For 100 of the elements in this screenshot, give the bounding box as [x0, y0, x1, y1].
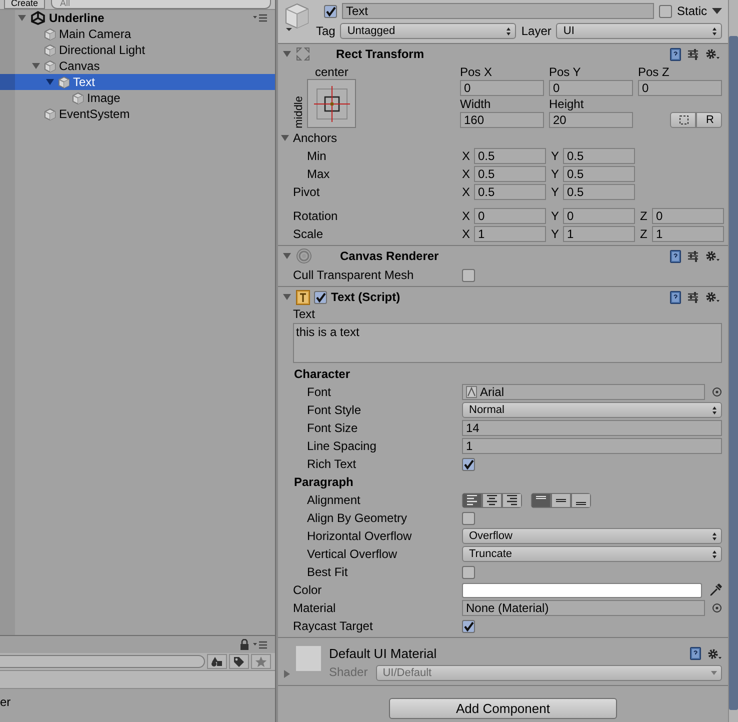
- color-swatch[interactable]: [462, 582, 702, 598]
- filter-by-type-button[interactable]: [207, 654, 227, 669]
- project-item-label[interactable]: er: [0, 695, 11, 709]
- dropdown[interactable]: Truncate: [462, 546, 722, 562]
- object-field[interactable]: None (Material): [462, 600, 705, 616]
- hierarchy-item[interactable]: Image: [0, 90, 275, 106]
- input-field[interactable]: 1: [652, 226, 724, 242]
- eyedropper-icon[interactable]: [709, 583, 722, 597]
- settings-icon[interactable]: [707, 648, 722, 660]
- field-label: Pos Z: [638, 64, 670, 80]
- alignment-button[interactable]: [551, 492, 571, 508]
- search-field[interactable]: [0, 655, 205, 668]
- lock-icon[interactable]: [240, 639, 249, 650]
- input-field[interactable]: 0.5: [563, 148, 635, 164]
- settings-icon[interactable]: [705, 250, 720, 262]
- cube-icon: [72, 92, 84, 104]
- static-label: Static: [676, 4, 707, 18]
- foldout-arrow-icon[interactable]: [282, 49, 292, 59]
- tag-label: Tag: [316, 24, 336, 38]
- hierarchy-item[interactable]: EventSystem: [0, 106, 275, 122]
- hierarchy-item[interactable]: Main Camera: [0, 26, 275, 42]
- alignment-button[interactable]: [502, 492, 522, 508]
- checkbox[interactable]: [462, 512, 475, 524]
- dropdown[interactable]: UI: [556, 23, 722, 39]
- help-book-icon[interactable]: [670, 48, 681, 60]
- align-center-icon: [486, 494, 498, 506]
- checkbox[interactable]: [462, 566, 475, 578]
- dropdown[interactable]: Overflow: [462, 528, 722, 544]
- hierarchy-item[interactable]: Directional Light: [0, 42, 275, 58]
- object-picker-icon[interactable]: [712, 387, 722, 397]
- checkbox[interactable]: [314, 290, 327, 304]
- foldout-arrow-icon[interactable]: [282, 251, 292, 261]
- alignment-button[interactable]: [482, 492, 502, 508]
- checkbox[interactable]: [658, 4, 672, 18]
- input-field[interactable]: 0.5: [563, 166, 635, 182]
- input-field[interactable]: 0: [474, 208, 546, 224]
- menu-icon[interactable]: [253, 640, 267, 650]
- input-field[interactable]: 0: [460, 80, 544, 96]
- checkbox[interactable]: [462, 268, 475, 282]
- sliders-icon[interactable]: [687, 291, 699, 303]
- checkbox[interactable]: [462, 620, 475, 632]
- alignment-button[interactable]: [531, 492, 551, 508]
- input-field[interactable]: 1: [474, 226, 546, 242]
- input-field[interactable]: 0.5: [474, 184, 546, 200]
- dropdown[interactable]: Untagged: [340, 23, 516, 39]
- anchor-horizontal-label: center: [315, 64, 348, 79]
- axis-label: Y: [551, 166, 560, 182]
- settings-icon[interactable]: [705, 48, 720, 60]
- input-field[interactable]: 0: [549, 80, 633, 96]
- dropdown-arrow-icon[interactable]: [712, 7, 722, 15]
- updown-arrows-icon: [712, 406, 717, 414]
- input-field[interactable]: 0.5: [474, 148, 546, 164]
- foldout-arrow-icon[interactable]: [282, 292, 292, 302]
- raw-edit-button[interactable]: R: [696, 112, 722, 128]
- input-field[interactable]: 160: [460, 112, 544, 128]
- component-title: Text (Script): [331, 290, 400, 304]
- help-book-icon[interactable]: [670, 250, 681, 262]
- checkbox[interactable]: [462, 458, 475, 470]
- property-label: Align By Geometry: [307, 510, 408, 526]
- component-title: Canvas Renderer: [340, 248, 439, 264]
- create-button[interactable]: Create: [4, 0, 46, 9]
- scrollbar[interactable]: [728, 0, 738, 722]
- layer-label: Layer: [521, 24, 552, 38]
- hierarchy-item[interactable]: Canvas: [0, 58, 275, 74]
- add-component-button[interactable]: Add Component: [389, 698, 617, 719]
- unity-logo-icon: [30, 11, 46, 25]
- name-field[interactable]: Text: [342, 3, 654, 19]
- blueprint-mode-button[interactable]: [670, 112, 696, 128]
- filter-by-label-button[interactable]: [229, 654, 249, 669]
- scene-name: Underline: [49, 10, 104, 26]
- expand-arrow-icon[interactable]: [44, 77, 54, 87]
- foldout-arrow-icon[interactable]: [280, 133, 290, 143]
- sliders-icon[interactable]: [687, 48, 699, 60]
- tag-icon: [233, 656, 245, 668]
- sliders-icon[interactable]: [687, 250, 699, 262]
- star-icon: [255, 656, 267, 668]
- input-field[interactable]: 0: [563, 208, 635, 224]
- alignment-button[interactable]: [462, 492, 482, 508]
- input-field[interactable]: 20: [549, 112, 633, 128]
- checkbox[interactable]: [324, 4, 337, 18]
- text-area[interactable]: this is a text: [293, 323, 722, 363]
- input-field[interactable]: 1: [563, 226, 635, 242]
- input-field[interactable]: 0: [652, 208, 724, 224]
- expand-arrow-icon[interactable]: [16, 13, 26, 23]
- alignment-button[interactable]: [571, 492, 591, 508]
- anchor-presets-button[interactable]: [307, 79, 356, 128]
- input-field[interactable]: 1: [462, 438, 722, 454]
- hierarchy-item[interactable]: Text: [0, 74, 275, 90]
- object-picker-icon[interactable]: [712, 603, 722, 613]
- expand-arrow-icon[interactable]: [30, 61, 40, 71]
- object-field[interactable]: Arial: [462, 384, 705, 400]
- menu-icon[interactable]: [253, 13, 267, 23]
- input-field[interactable]: 0.5: [563, 184, 635, 200]
- input-field[interactable]: 0.5: [474, 166, 546, 182]
- settings-icon[interactable]: [705, 291, 720, 303]
- input-field[interactable]: 14: [462, 420, 722, 436]
- help-book-icon[interactable]: [690, 647, 701, 660]
- dropdown[interactable]: Normal: [462, 402, 722, 418]
- input-field[interactable]: 0: [638, 80, 722, 96]
- help-book-icon[interactable]: [670, 290, 681, 304]
